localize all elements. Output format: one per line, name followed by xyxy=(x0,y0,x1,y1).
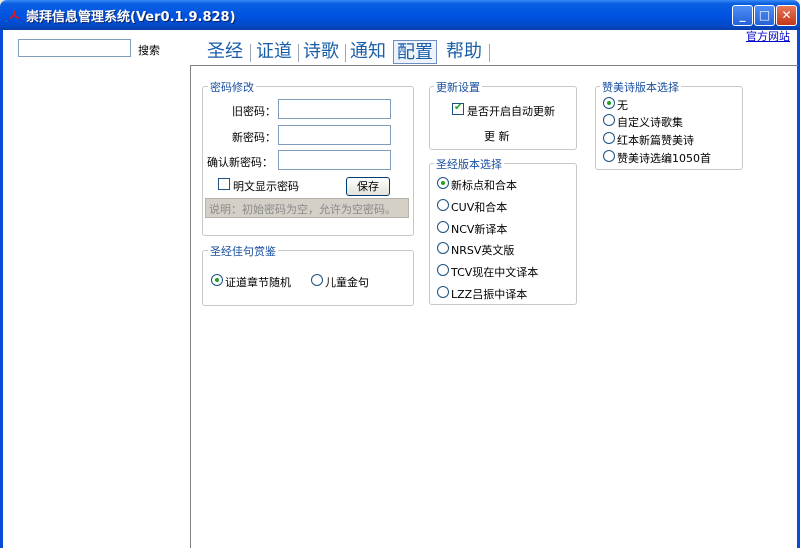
update-button[interactable]: 更 新 xyxy=(484,128,510,144)
confirm-password-label: 确认新密码： xyxy=(207,156,273,169)
new-password-field[interactable] xyxy=(278,125,391,145)
confirm-password-field[interactable] xyxy=(278,150,391,170)
tab-hymns[interactable]: 诗歌 xyxy=(300,40,342,64)
hymn-version-label: 自定义诗歌集 xyxy=(617,116,683,129)
window-frame-left xyxy=(0,30,3,548)
verse-group-title: 圣经佳句赏鉴 xyxy=(208,243,278,259)
hymn-version-label: 赞美诗选编1050首 xyxy=(617,152,711,165)
tab-separator xyxy=(345,44,346,62)
bible-version-radio[interactable] xyxy=(437,264,449,276)
bible-version-label: NRSV英文版 xyxy=(451,244,515,257)
tab-notices[interactable]: 通知 xyxy=(347,40,389,64)
tab-separator xyxy=(298,44,299,62)
auto-update-checkbox[interactable] xyxy=(452,102,464,115)
tab-separator xyxy=(489,44,490,62)
bible-version-label: LZZ吕振中译本 xyxy=(451,288,528,301)
old-password-field[interactable] xyxy=(278,99,391,119)
official-site-link[interactable]: 官方网站 xyxy=(746,28,790,44)
tab-bible[interactable]: 圣经 xyxy=(204,40,246,64)
tab-help[interactable]: 帮助 xyxy=(443,40,485,64)
bible-version-radio[interactable] xyxy=(437,221,449,233)
bible-version-label: CUV和合本 xyxy=(451,201,508,214)
hymn-version-radio[interactable] xyxy=(603,97,615,109)
bible-version-label: NCV新译本 xyxy=(451,223,508,236)
maximize-button[interactable]: □ xyxy=(754,5,775,26)
search-button[interactable]: 搜索 xyxy=(138,42,160,58)
tabs-baseline xyxy=(190,65,798,66)
verse-option-radio[interactable] xyxy=(211,274,223,286)
search-input[interactable] xyxy=(18,39,131,57)
bible-version-radio[interactable] xyxy=(437,199,449,211)
hymn-version-radio[interactable] xyxy=(603,132,615,144)
hymn-version-group-title: 赞美诗版本选择 xyxy=(600,79,681,95)
save-button[interactable]: 保存 xyxy=(346,177,390,196)
tab-sermon[interactable]: 证道 xyxy=(253,40,295,64)
bible-version-radio[interactable] xyxy=(437,286,449,298)
hymn-version-radio[interactable] xyxy=(603,114,615,126)
show-plain-password-checkbox[interactable] xyxy=(218,178,230,190)
bible-version-label: 新标点和合本 xyxy=(451,179,517,192)
hymn-version-label: 无 xyxy=(617,99,628,112)
minimize-button[interactable]: _ xyxy=(732,5,753,26)
auto-update-label: 是否开启自动更新 xyxy=(467,105,555,118)
app-icon: ㅅ xyxy=(7,6,21,24)
bible-version-label: TCV现在中文译本 xyxy=(451,266,539,279)
bible-version-group-title: 圣经版本选择 xyxy=(434,156,504,172)
content-panel-border xyxy=(190,66,191,548)
bible-version-radio[interactable] xyxy=(437,242,449,254)
password-group-title: 密码修改 xyxy=(208,79,256,95)
verse-option-label: 证道章节随机 xyxy=(225,276,291,289)
bible-version-radio[interactable] xyxy=(437,177,449,189)
tab-separator xyxy=(250,44,251,62)
password-note: 说明：初始密码为空，允许为空密码。 xyxy=(205,198,409,218)
tab-settings[interactable]: 配置 xyxy=(393,40,437,64)
verse-option-label: 儿童金句 xyxy=(325,276,369,289)
verse-option-radio[interactable] xyxy=(311,274,323,286)
close-button[interactable]: ✕ xyxy=(776,5,797,26)
window-title: 崇拜信息管理系统(Ver0.1.9.828) xyxy=(26,10,236,25)
show-plain-password-label: 明文显示密码 xyxy=(233,180,299,193)
update-group-title: 更新设置 xyxy=(434,79,482,95)
hymn-version-label: 红本新篇赞美诗 xyxy=(617,134,694,147)
hymn-version-radio[interactable] xyxy=(603,150,615,162)
new-password-label: 新密码： xyxy=(232,131,276,144)
old-password-label: 旧密码： xyxy=(232,105,276,118)
